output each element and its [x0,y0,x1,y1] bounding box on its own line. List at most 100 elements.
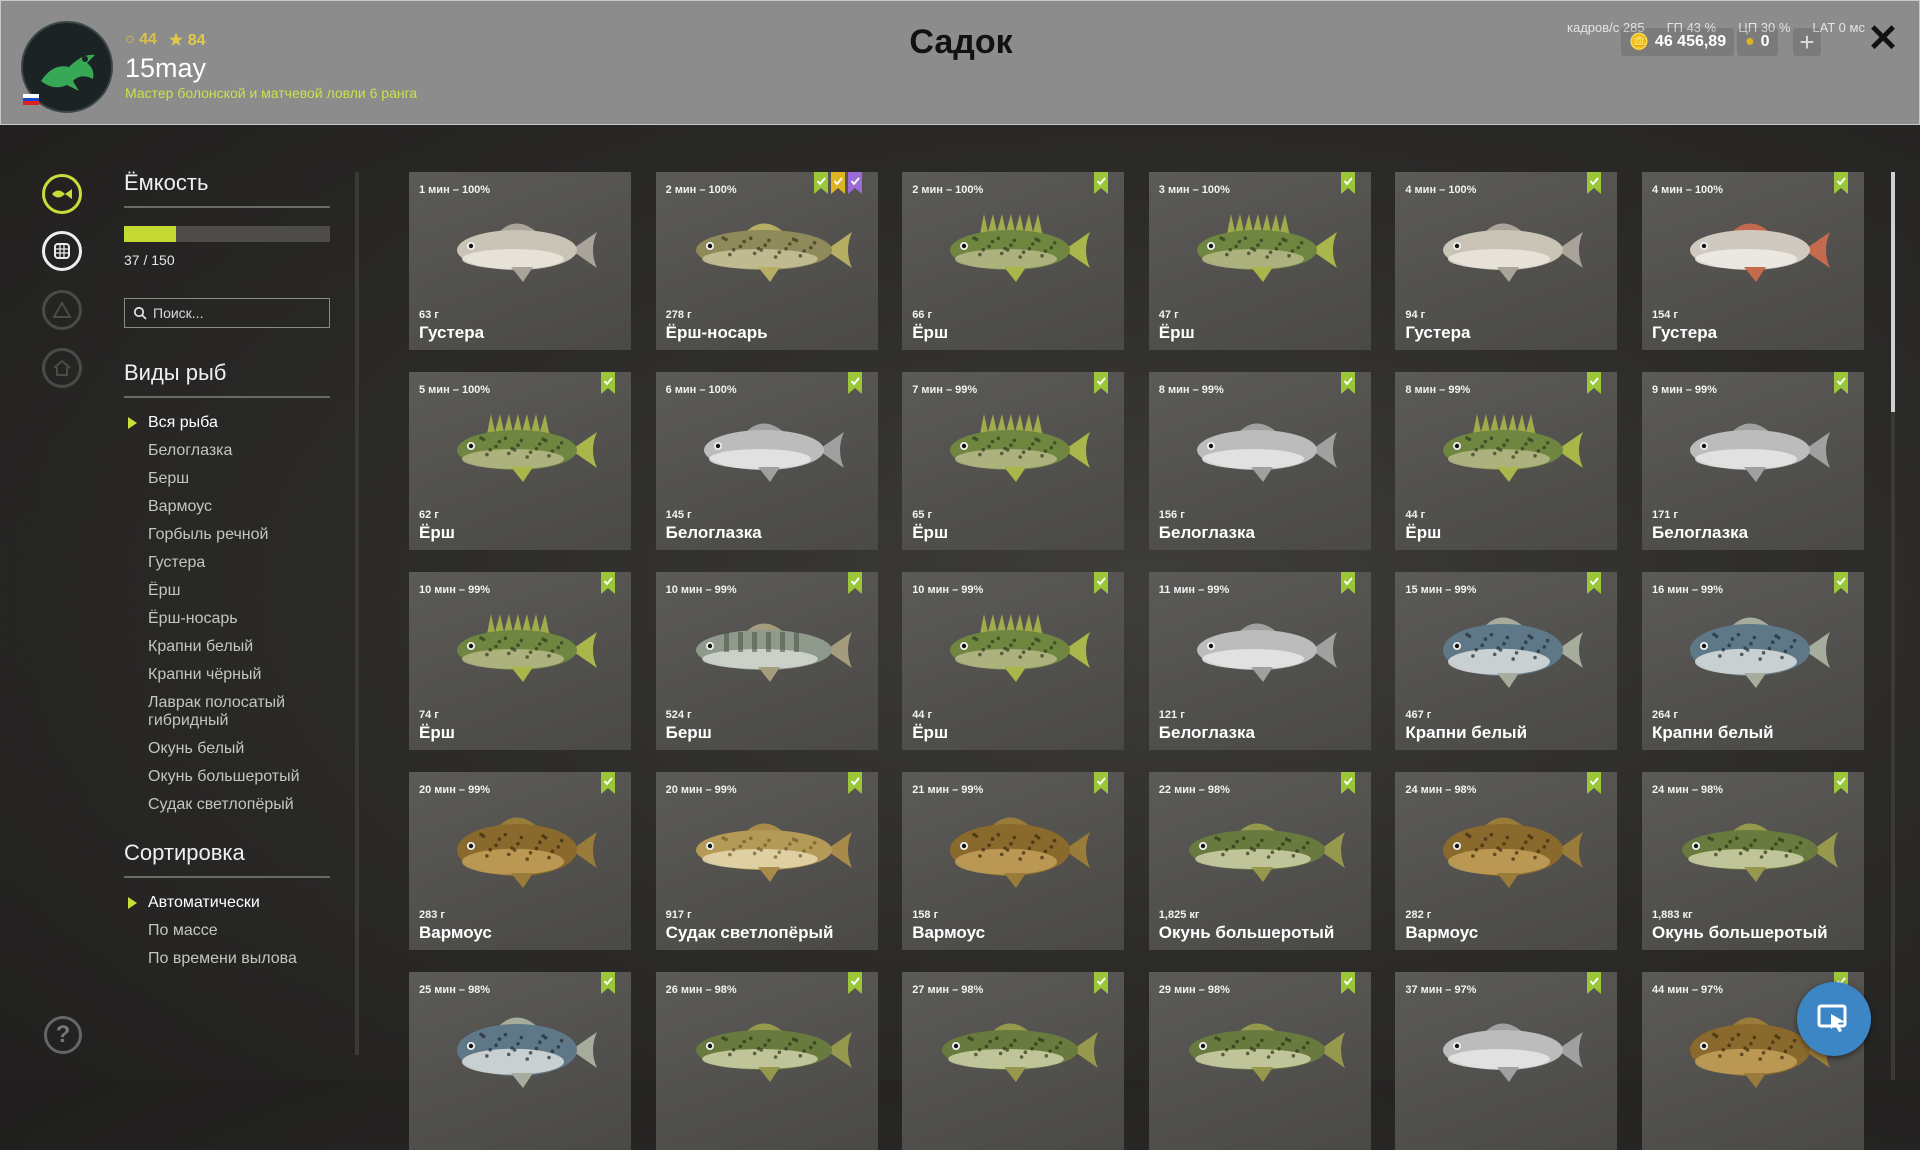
gold-balance: ● 0 [1737,28,1778,56]
capacity-bar-fill [124,226,176,242]
fish-card[interactable]: 1 мин – 100% 63 г Густера [409,172,631,350]
fish-card[interactable]: 10 мин – 99% 74 г Ёрш [409,572,631,750]
bookmark-tag-icon [1340,772,1355,794]
fish-name: Густера [1405,323,1471,342]
sort-option[interactable]: По массе [124,922,330,940]
fish-card[interactable]: 20 мин – 99% 283 г Вармоус [409,772,631,950]
grid-scrollbar-thumb[interactable] [1891,172,1895,412]
fish-image [1668,800,1838,896]
fish-image [435,600,605,696]
fish-card[interactable]: 4 мин – 100% 154 г Густера [1641,172,1864,350]
house-tab-icon[interactable] [42,348,82,388]
catch-time-freshness: 22 мин – 98% [1158,784,1230,796]
fish-card[interactable]: 15 мин – 99% 467 г Крапни белый [1395,572,1618,750]
close-button[interactable]: ✕ [1865,20,1901,58]
species-filter-item[interactable]: Окунь большеротый [124,768,330,786]
fish-card[interactable]: 7 мин – 99% 65 г Ёрш [902,372,1125,550]
stars-badge: ★ 84 [168,32,206,49]
tent-tab-icon[interactable] [42,290,82,330]
sort-title: Сортировка [124,840,330,878]
catch-time-freshness: 10 мин – 99% [912,584,984,596]
help-button[interactable]: ? [44,1016,82,1054]
species-filter-item[interactable]: Лаврак полосатый гибридный [124,694,330,730]
catch-time-freshness: 20 мин – 99% [419,784,491,796]
fish-card[interactable]: 10 мин – 99% 524 г Берш [655,572,878,750]
fish-tags [601,372,615,394]
fish-card[interactable]: 3 мин – 100% 47 г Ёрш [1148,172,1371,350]
fish-card[interactable]: 37 мин – 97% [1395,972,1618,1150]
fish-card[interactable]: 11 мин – 99% 121 г Белоглазка [1148,572,1371,750]
fish-card[interactable]: 5 мин – 100% 62 г Ёрш [409,372,631,550]
silver-balance: 🪙 46 456,89 [1621,28,1735,56]
fish-image [435,1000,605,1096]
fish-card[interactable]: 24 мин – 98% 1,883 кг Окунь большеротый [1641,772,1864,950]
fish-card[interactable]: 29 мин – 98% [1148,972,1371,1150]
species-filter-item[interactable]: Вармоус [124,498,330,516]
species-filter-item[interactable]: Ёрш [124,582,330,600]
fish-name: Вармоус [912,923,986,942]
fish-name: Судак светлопёрый [665,923,834,942]
species-filter-item[interactable]: Крапни чёрный [124,666,330,684]
keepnet-net-tab-icon[interactable] [42,231,82,271]
add-currency-button[interactable]: + [1793,28,1821,56]
fish-image [1421,600,1591,696]
fish-card[interactable]: 8 мин – 99% 156 г Белоглазка [1148,372,1371,550]
fish-name: Ёрш [1405,523,1442,542]
stars-value: 84 [187,32,206,49]
fish-tags [1340,772,1355,794]
fish-weight: 467 г [1405,709,1432,721]
top-bar: ○ 44 ★ 84 15may Мастер болонской и матче… [0,0,1920,125]
species-filter-item[interactable]: Вся рыба [124,414,330,432]
catch-time-freshness: 25 мин – 98% [419,984,491,996]
fish-card[interactable]: 2 мин – 100% 66 г Ёрш [902,172,1125,350]
catch-time-freshness: 4 мин – 100% [1405,184,1477,196]
fish-card[interactable]: 6 мин – 100% 145 г Белоглазка [655,372,878,550]
bookmark-tag-icon [1833,372,1848,394]
sidebar-divider [355,172,359,1055]
fish-name: Крапни белый [1405,723,1528,742]
fish-card[interactable]: 2 мин – 100% 278 г Ёрш-носарь [655,172,878,350]
fish-image [1421,800,1591,896]
fish-image [1668,400,1838,496]
fish-tags [1587,572,1602,594]
fish-card[interactable]: 4 мин – 100% 94 г Густера [1395,172,1618,350]
species-filter-item[interactable]: Горбыль речной [124,526,330,544]
fish-weight: 524 г [665,709,692,721]
species-filter-item[interactable]: Ёрш-носарь [124,610,330,628]
bookmark-tag-icon [1833,572,1848,594]
bookmark-tag-icon [601,772,615,794]
gold-coins-icon: ● [1745,33,1755,50]
species-filter-item[interactable]: Берш [124,470,330,488]
species-filter-item[interactable]: Окунь белый [124,740,330,758]
sort-list: Автоматически По массе По времени вылова [124,894,330,968]
fish-tags [1587,372,1602,394]
fish-card[interactable]: 10 мин – 99% 44 г Ёрш [902,572,1125,750]
fish-image [1668,200,1838,296]
player-rank: Мастер болонской и матчевой ловли 6 ранг… [125,85,418,101]
fish-tags [1833,172,1848,194]
fish-card[interactable]: 24 мин – 98% 282 г Вармоус [1395,772,1618,950]
fish-card[interactable]: 25 мин – 98% [409,972,631,1150]
species-filter-item[interactable]: Судак светлопёрый [124,796,330,814]
fish-image [682,800,852,896]
bookmark-tag-icon [1587,172,1602,194]
fish-card[interactable]: 27 мин – 98% [902,972,1125,1150]
sort-option[interactable]: Автоматически [124,894,330,912]
fish-image [1421,200,1591,296]
bookmark-tag-icon [601,572,615,594]
species-filter-item[interactable]: Густера [124,554,330,572]
keepnet-fish-tab-icon[interactable] [42,174,82,214]
species-filter-item[interactable]: Белоглазка [124,442,330,460]
cursor-mode-button[interactable] [1797,982,1871,1056]
fish-card[interactable]: 9 мин – 99% 171 г Белоглазка [1641,372,1864,550]
fish-card[interactable]: 8 мин – 99% 44 г Ёрш [1395,372,1618,550]
fish-card[interactable]: 26 мин – 98% [655,972,878,1150]
fish-card[interactable]: 20 мин – 99% 917 г Судак светлопёрый [655,772,878,950]
fish-name: Ёрш [912,523,949,542]
sort-option[interactable]: По времени вылова [124,950,330,968]
fish-card[interactable]: 16 мин – 99% 264 г Крапни белый [1641,572,1864,750]
species-filter-item[interactable]: Крапни белый [124,638,330,656]
search-input[interactable]: Поиск... [124,298,330,328]
fish-card[interactable]: 21 мин – 99% 158 г Вармоус [902,772,1125,950]
fish-card[interactable]: 22 мин – 98% 1,825 кг Окунь большеротый [1148,772,1371,950]
